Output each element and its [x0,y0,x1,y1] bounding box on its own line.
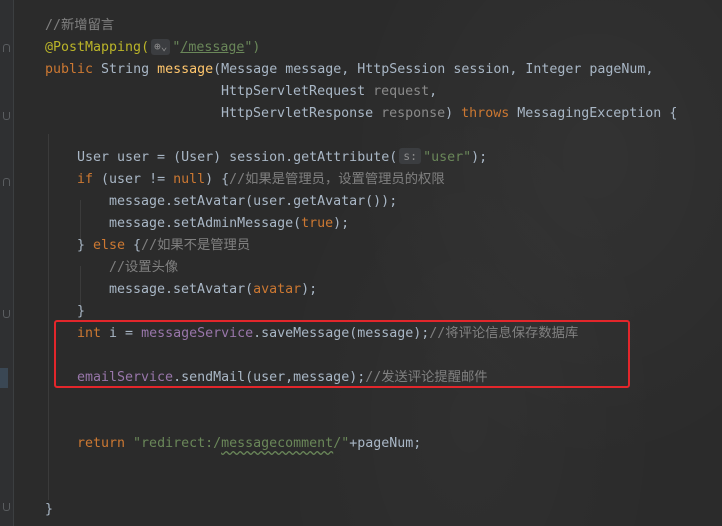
code-keyword: null [173,172,206,187]
code-string: "user" [423,150,472,165]
code-line[interactable]: HttpServletResponse response) throws Mes… [221,103,677,125]
code-text: ); [333,216,350,231]
red-highlight-box [54,320,630,388]
mapping-path-link[interactable]: /message [180,40,244,55]
code-string: /" [333,436,350,451]
code-line[interactable]: message.setAvatar(avatar); [109,279,317,301]
code-string: "redirect:/ [133,436,222,451]
code-param-ref: avatar [253,282,302,297]
code-keyword: else [93,238,134,253]
code-text: ( [213,62,222,77]
code-line[interactable]: message.setAdminMessage(true); [109,213,349,235]
code-comment: //设置头像 [109,260,179,275]
code-string: ") [244,40,261,55]
fold-marker-icon[interactable] [3,310,10,318]
code-keyword: return [77,436,134,451]
code-text: (user != [101,172,174,187]
gutter-separator [13,0,14,526]
fold-marker-icon[interactable] [3,112,10,120]
indent-guide [80,200,81,240]
code-editor[interactable]: //新增留言 @PostMapping(⊕⌄ "/message") public… [0,0,722,526]
code-text: message.setAvatar(user.getAvatar()); [109,194,398,209]
fold-marker-icon[interactable] [3,503,10,511]
code-text: ); [301,282,318,297]
code-string-typo: messagecomment [221,436,334,451]
code-comment: //如果不是管理员 [141,238,251,253]
method-name: message [157,62,214,77]
web-endpoint-icon[interactable]: ⊕⌄ [151,39,171,55]
code-text: , [429,84,438,99]
code-line[interactable]: if (user != null) {//如果是管理员，设置管理员的权限 [77,169,445,191]
code-line[interactable]: return "redirect:/messagecomment/"+pageN… [77,433,421,455]
code-text: message.setAdminMessage( [109,216,302,231]
code-keyword: if [77,172,102,187]
code-text: +pageNum; [349,436,422,451]
code-line[interactable]: public String message(Message message, H… [45,59,653,81]
code-text: message.setAvatar( [109,282,254,297]
code-text: } [77,238,94,253]
code-type: HttpServletResponse [221,106,382,121]
code-text: ); [471,150,488,165]
code-text: User user = (User) session.getAttribute( [77,150,398,165]
editor-gutter [0,0,13,526]
code-line[interactable]: //设置头像 [109,257,178,279]
code-type: MessagingException { [517,106,678,121]
code-text: { [133,238,142,253]
code-text: ) { [205,172,230,187]
code-line[interactable]: } else {//如果不是管理员 [77,235,250,257]
indent-guide [80,266,81,306]
unused-param: request [373,84,430,99]
code-comment: //新增留言 [45,18,115,33]
code-type: String [101,62,158,77]
code-annotation: @PostMapping( [45,40,150,55]
code-line[interactable]: //新增留言 [45,15,114,37]
code-line[interactable]: HttpServletRequest request, [221,81,437,103]
code-params: Message message, HttpSession session, In… [221,62,654,77]
code-line[interactable]: @PostMapping(⊕⌄ "/message") [45,37,260,59]
code-text: } [45,502,54,517]
code-keyword: throws [461,106,518,121]
fold-marker-icon[interactable] [3,44,10,52]
code-line[interactable]: message.setAvatar(user.getAvatar()); [109,191,397,213]
code-comment: //如果是管理员，设置管理员的权限 [229,172,445,187]
indent-guide [48,134,49,500]
code-text: ) [445,106,462,121]
current-line-marker [0,368,8,388]
code-type: HttpServletRequest [221,84,374,99]
code-keyword: public [45,62,102,77]
unused-param: response [381,106,446,121]
param-hint: s: [399,148,422,164]
code-text: } [77,304,86,319]
fold-marker-icon[interactable] [3,178,10,186]
code-line[interactable]: User user = (User) session.getAttribute(… [77,147,487,169]
code-line[interactable]: } [45,499,53,521]
code-keyword: true [301,216,334,231]
